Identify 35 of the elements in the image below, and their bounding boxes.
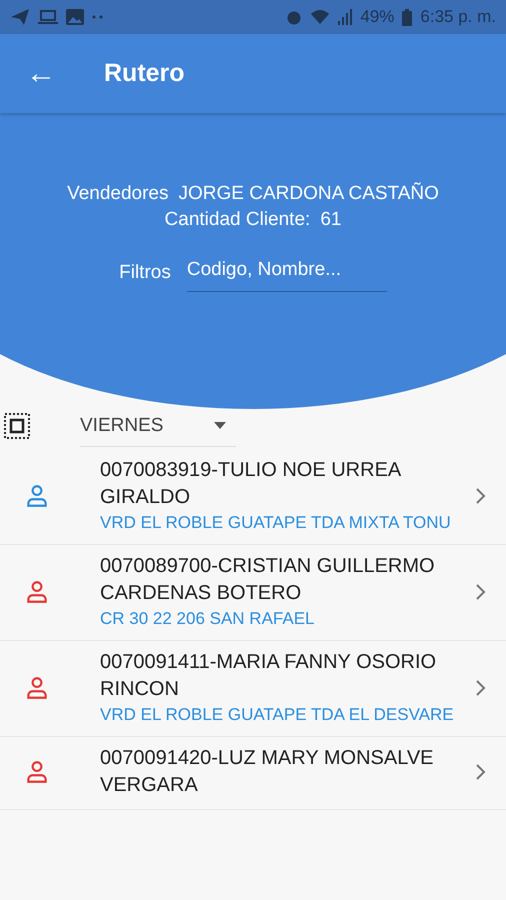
chevron-right-icon xyxy=(476,680,486,696)
client-name: 0070091420-LUZ MARY MONSALVE VERGARA xyxy=(100,746,435,798)
back-button[interactable]: ← xyxy=(26,56,56,90)
battery-icon xyxy=(402,8,412,26)
send-icon xyxy=(10,8,30,26)
client-address: VRD EL ROBLE GUATAPE TDA MIXTA TONU xyxy=(100,512,452,534)
client-row[interactable]: 0070091411-MARIA FANNY OSORIO RINCON VRD EL ROBLE GUATAPE TDA EL DESVARE xyxy=(0,641,506,737)
select-all-icon[interactable] xyxy=(4,413,30,439)
chevron-right-icon xyxy=(476,584,486,600)
wifi-icon xyxy=(310,9,330,25)
client-row[interactable]: 0070083919-TULIO NOE URREA GIRALDO VRD EL ROBLE GUATAPE TDA MIXTA TONU xyxy=(0,449,506,545)
client-count-label: Cantidad Cliente: xyxy=(164,208,310,232)
more-icon xyxy=(92,15,104,19)
chevron-right-icon xyxy=(476,488,486,504)
filter-field[interactable]: Codigo, Nombre... xyxy=(186,253,387,292)
client-name: 0070091411-MARIA FANNY OSORIO RINCON xyxy=(100,650,438,702)
client-row[interactable]: 0070089700-CRISTIAN GUILLERMO CARDENAS BOTERO CR 30 22 206 SAN RAFAEL xyxy=(0,545,506,641)
chevron-right-icon xyxy=(476,764,486,780)
client-count: 61 xyxy=(320,208,342,232)
seller-label: Vendedores xyxy=(67,182,168,206)
battery-percent: 49% xyxy=(360,7,394,27)
client-row[interactable]: 0070091420-LUZ MARY MONSALVE VERGARA xyxy=(0,737,506,810)
client-address: VRD EL ROBLE GUATAPE TDA EL DESVARE xyxy=(100,704,455,726)
laptop-icon xyxy=(38,9,58,25)
signal-icon xyxy=(338,9,352,25)
client-name: 0070089700-CRISTIAN GUILLERMO CARDENAS BOTERO xyxy=(100,554,436,606)
filter-label: Filtros xyxy=(119,262,171,284)
client-name: 0070083919-TULIO NOE URREA GIRALDO xyxy=(100,458,402,510)
seller-name: JORGE CARDONA CASTAÑO xyxy=(178,181,439,206)
client-address: CR 30 22 206 SAN RAFAEL xyxy=(100,608,316,630)
caret-icon xyxy=(214,422,226,429)
screen-title: Rutero xyxy=(104,59,185,88)
image-icon xyxy=(66,9,84,25)
clock-time: 6:35 p. m. xyxy=(420,7,496,27)
day-dropdown[interactable]: VIERNES xyxy=(80,405,236,447)
